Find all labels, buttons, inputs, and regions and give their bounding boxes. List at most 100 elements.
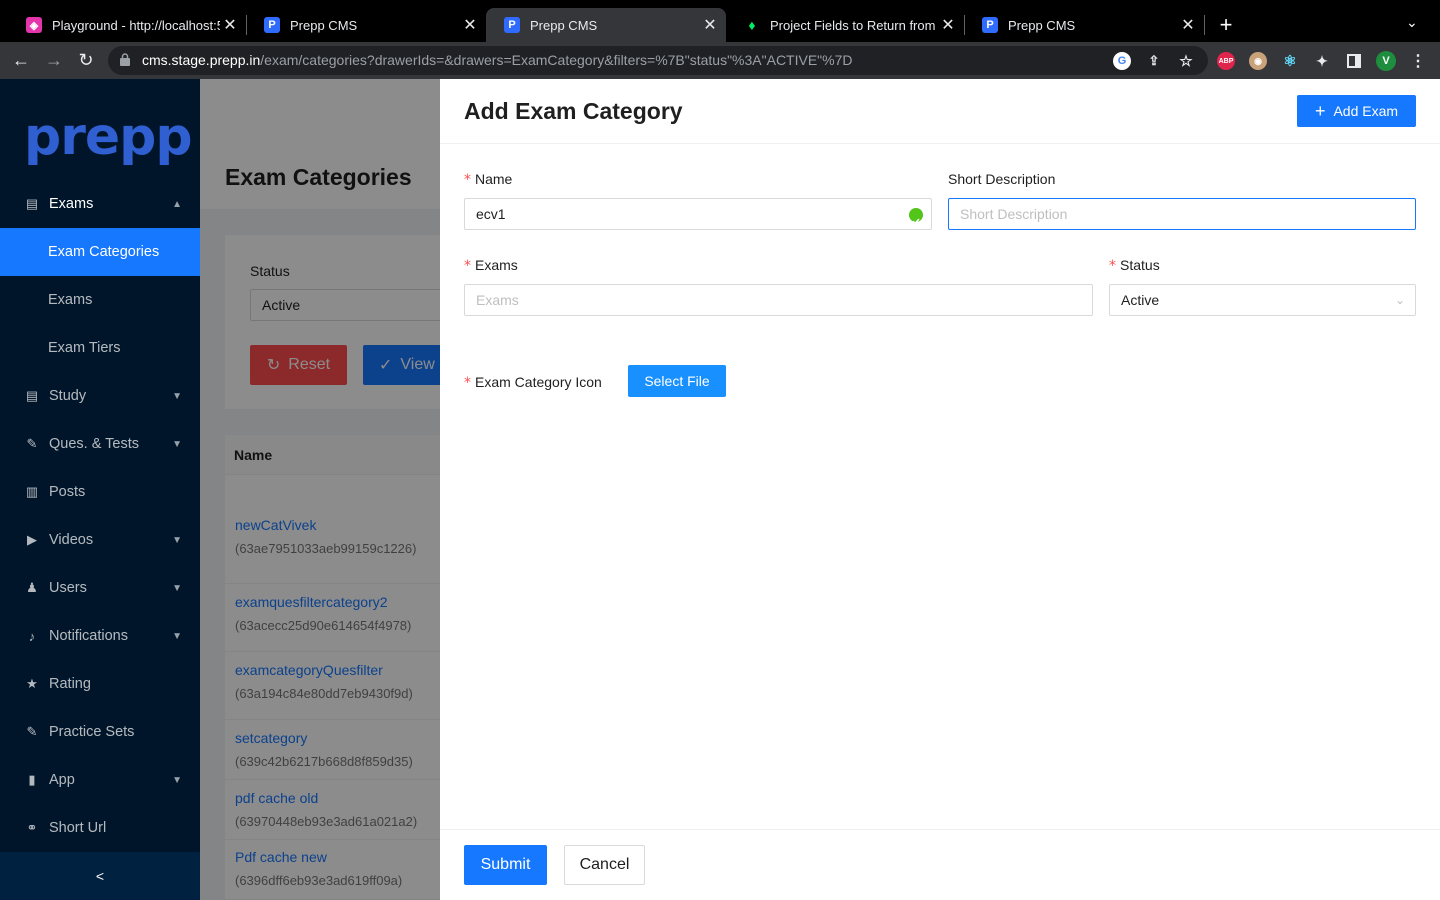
sidebar-item-label: Exams: [48, 292, 93, 308]
browser-menu-icon[interactable]: ⋮: [1409, 52, 1427, 70]
chevron-down-icon: ⌄: [1394, 293, 1405, 307]
name-label-text: Name: [475, 171, 513, 187]
exam-category-icon-label: * Exam Category Icon: [464, 374, 602, 391]
edit-icon: ✎: [26, 724, 38, 739]
browser-tab-active[interactable]: P Prepp CMS ✕: [486, 8, 726, 42]
new-tab-icon[interactable]: +: [1214, 12, 1238, 38]
tab-title: Project Fields to Return from Q: [770, 17, 938, 33]
prepp-icon: P: [504, 17, 520, 33]
browser-tab[interactable]: ◈ Playground - http://localhost:5 ✕: [8, 8, 246, 42]
sidebar-item-practice-sets[interactable]: ✎ Practice Sets: [0, 708, 200, 756]
sidebar-item-ques-tests[interactable]: ✎ Ques. & Tests ▼: [0, 420, 200, 468]
name-label: * Name: [464, 171, 512, 188]
exams-label: * Exams: [464, 257, 518, 274]
team-icon: ♟: [26, 580, 38, 595]
back-icon[interactable]: ←: [10, 50, 32, 70]
sidebar-item-label: Users: [49, 580, 87, 596]
mongodb-leaf-icon: ♦: [748, 17, 756, 33]
browser-tab[interactable]: P Prepp CMS ✕: [246, 8, 486, 42]
sidebar-item-label: Exams: [49, 196, 94, 212]
tab-divider: [1204, 15, 1205, 35]
sidebar-item-exams-list[interactable]: Exams: [0, 276, 200, 324]
select-file-button[interactable]: Select File: [628, 365, 726, 397]
video-icon: ▶: [27, 532, 37, 547]
sidebar-item-videos[interactable]: ▶ Videos ▼: [0, 516, 200, 564]
plus-icon: +: [1314, 101, 1326, 121]
drawer-footer: Submit Cancel: [440, 829, 1440, 900]
sidebar-item-exam-categories[interactable]: Exam Categories: [0, 228, 200, 276]
side-panel-icon[interactable]: [1345, 52, 1363, 70]
browser-tab-bar: ◈ Playground - http://localhost:5 ✕ P Pr…: [0, 0, 1440, 42]
sidebar-item-label: Posts: [49, 484, 86, 500]
tab-title: Prepp CMS: [290, 17, 358, 33]
url-text: cms.stage.prepp.in/exam/categories?drawe…: [142, 52, 852, 68]
sidebar-item-label: App: [49, 772, 75, 788]
reload-icon[interactable]: ↻: [75, 50, 97, 70]
address-bar: ← → ↻ cms.stage.prepp.in/exam/categories…: [0, 42, 1440, 79]
required-asterisk: *: [1109, 258, 1116, 274]
chevron-down-icon: ▼: [172, 582, 182, 594]
close-tab-icon[interactable]: ✕: [700, 15, 720, 35]
edit-icon: ✎: [26, 436, 38, 451]
profile-avatar[interactable]: V: [1376, 51, 1396, 71]
close-tab-icon[interactable]: ✕: [220, 15, 240, 35]
sidebar: prepp ▤ Exams ▲ Exam Categories Exams Ex…: [0, 79, 200, 900]
cancel-button[interactable]: Cancel: [564, 845, 645, 885]
browser-tab[interactable]: P Prepp CMS ✕: [964, 8, 1204, 42]
link-icon: ⚭: [26, 820, 38, 835]
close-tab-icon[interactable]: ✕: [1178, 15, 1198, 35]
chevron-down-icon: ▼: [172, 390, 182, 402]
sidebar-item-users[interactable]: ♟ Users ▼: [0, 564, 200, 612]
url-omnibox[interactable]: cms.stage.prepp.in/exam/categories?drawe…: [108, 46, 1208, 75]
bookmark-star-icon[interactable]: ☆: [1177, 52, 1195, 70]
close-tab-icon[interactable]: ✕: [460, 15, 480, 35]
share-icon[interactable]: ⇪: [1145, 52, 1163, 70]
sidebar-item-label: Practice Sets: [49, 724, 135, 740]
prepp-logo[interactable]: prepp: [24, 107, 193, 167]
file-icon: ▥: [25, 484, 39, 499]
name-input-value: ecv1: [476, 206, 506, 222]
sidebar-item-label: Study: [49, 388, 87, 404]
bell-icon: ♪: [28, 628, 36, 644]
lock-icon: [120, 53, 130, 66]
add-exam-button-label: Add Exam: [1333, 103, 1399, 119]
sidebar-item-exams[interactable]: ▤ Exams ▲: [0, 180, 200, 228]
react-devtools-icon[interactable]: ⚛: [1281, 52, 1299, 70]
required-asterisk: *: [464, 258, 471, 274]
browser-tab[interactable]: ♦ Project Fields to Return from Q ✕: [726, 8, 964, 42]
exams-select[interactable]: Exams: [464, 284, 1093, 316]
sidebar-item-app[interactable]: ▮ App ▼: [0, 756, 200, 804]
submit-button[interactable]: Submit: [464, 845, 547, 885]
chevron-left-icon: <: [95, 868, 105, 884]
tab-title: Prepp CMS: [530, 17, 598, 33]
check-circle-icon: [909, 208, 923, 225]
name-input[interactable]: ecv1: [464, 198, 932, 230]
sidebar-item-rating[interactable]: ★ Rating: [0, 660, 200, 708]
extension-owl-icon[interactable]: ◉: [1249, 52, 1267, 70]
prepp-icon: P: [264, 17, 280, 33]
url-path: /exam/categories?drawerIds=&drawers=Exam…: [260, 52, 853, 68]
tab-title: Playground - http://localhost:5: [52, 17, 220, 33]
tab-search-chevron-icon[interactable]: ⌄: [1406, 14, 1418, 31]
extensions-puzzle-icon[interactable]: ✦: [1313, 52, 1331, 70]
sidebar-item-exam-tiers[interactable]: Exam Tiers: [0, 324, 200, 372]
sidebar-item-notifications[interactable]: ♪ Notifications ▼: [0, 612, 200, 660]
status-select[interactable]: Active ⌄: [1109, 284, 1416, 316]
short-description-label: Short Description: [948, 171, 1056, 187]
chevron-down-icon: ▼: [172, 534, 182, 546]
sidebar-item-posts[interactable]: ▥ Posts: [0, 468, 200, 516]
forward-icon[interactable]: →: [43, 50, 65, 70]
sidebar-item-label: Videos: [49, 532, 94, 548]
sidebar-collapse-button[interactable]: <: [0, 852, 200, 900]
short-description-input[interactable]: Short Description: [948, 198, 1416, 230]
google-icon[interactable]: G: [1113, 52, 1131, 70]
close-tab-icon[interactable]: ✕: [938, 15, 958, 35]
adblock-icon[interactable]: ABP: [1217, 52, 1235, 70]
sidebar-item-short-url[interactable]: ⚭ Short Url: [0, 804, 200, 852]
sidebar-item-study[interactable]: ▤ Study ▼: [0, 372, 200, 420]
status-select-value: Active: [1121, 292, 1160, 308]
add-exam-button[interactable]: + Add Exam: [1297, 95, 1416, 127]
sidebar-item-label: Short Url: [49, 820, 107, 836]
sidebar-item-label: Exam Tiers: [48, 340, 121, 356]
status-label: * Status: [1109, 257, 1160, 274]
